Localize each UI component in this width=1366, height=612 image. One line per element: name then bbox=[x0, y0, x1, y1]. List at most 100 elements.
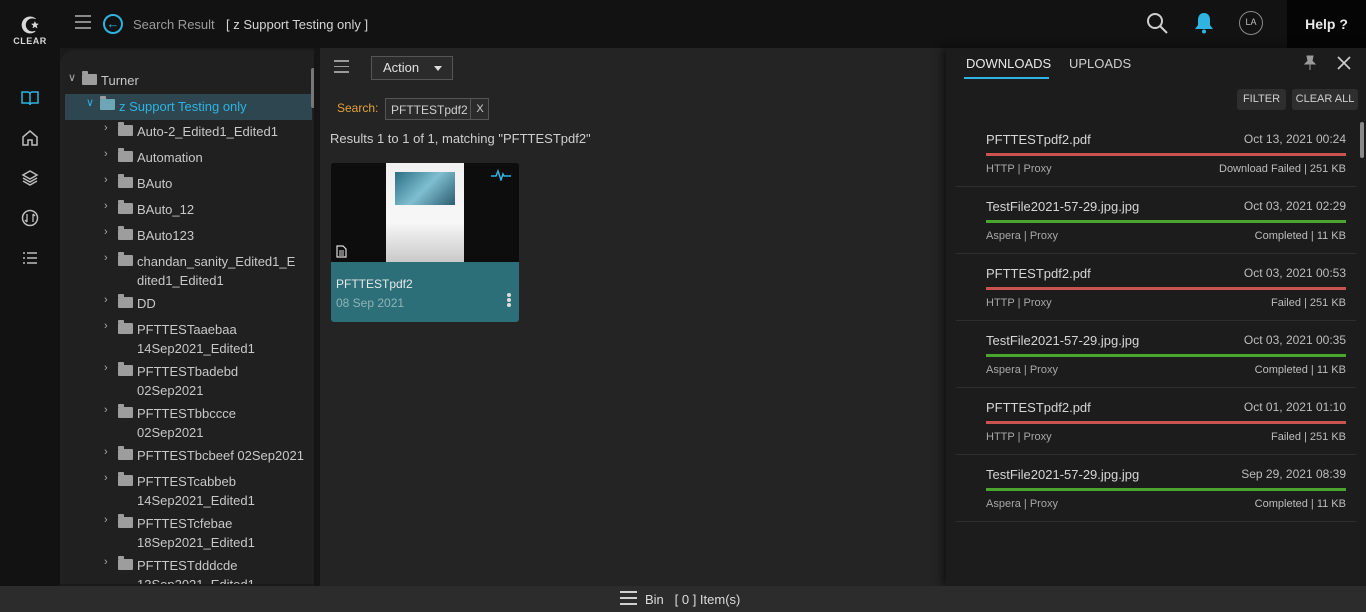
tree-label-line2: 18Sep2021_Edited1 bbox=[137, 535, 255, 550]
folder-icon bbox=[118, 362, 133, 376]
download-row[interactable]: PFTTESTpdf2.pdf Oct 13, 2021 00:24 HTTP | … bbox=[956, 121, 1356, 187]
download-row[interactable]: PFTTESTpdf2.pdf Oct 01, 2021 01:10 HTTP | … bbox=[956, 389, 1356, 455]
tree-label: DD bbox=[137, 296, 156, 311]
active-tab-indicator bbox=[964, 77, 1049, 79]
transfer-icon[interactable] bbox=[21, 209, 39, 227]
tab-downloads[interactable]: DOWNLOADS bbox=[966, 56, 1051, 71]
asset-card[interactable]: PFTTESTpdf2 08 Sep 2021 bbox=[331, 163, 519, 322]
panel-scrollbar[interactable] bbox=[1360, 122, 1364, 158]
chevron-right-icon[interactable]: › bbox=[104, 446, 108, 458]
bin-summary[interactable]: Bin [ 0 ] Item(s) bbox=[645, 592, 740, 607]
download-filename: TestFile2021-57-29.jpg.jpg bbox=[986, 199, 1140, 214]
clear-logo-icon: ☪ bbox=[20, 13, 40, 38]
tree-item[interactable]: › BAuto_12 bbox=[60, 198, 312, 222]
chevron-right-icon[interactable]: › bbox=[104, 294, 108, 306]
menu-icon[interactable] bbox=[334, 60, 349, 74]
tree-item[interactable]: › DD bbox=[60, 292, 312, 316]
chevron-right-icon[interactable]: › bbox=[104, 404, 108, 416]
chevron-right-icon[interactable]: › bbox=[104, 200, 108, 212]
tree-label: Automation bbox=[137, 150, 203, 165]
chevron-right-icon[interactable]: › bbox=[104, 252, 108, 264]
download-date: Oct 03, 2021 00:35 bbox=[1243, 333, 1346, 347]
tree-label-line2: dited1_Edited1 bbox=[137, 273, 224, 288]
bell-icon[interactable] bbox=[1194, 12, 1214, 34]
search-chip-text: PFTTESTpdf2 bbox=[391, 103, 468, 117]
home-icon[interactable] bbox=[21, 129, 39, 147]
thumbnail-logo bbox=[395, 172, 455, 205]
help-button[interactable]: Help ? bbox=[1287, 0, 1366, 48]
folder-icon bbox=[118, 148, 133, 162]
chevron-right-icon[interactable]: › bbox=[104, 174, 108, 186]
chevron-right-icon[interactable]: › bbox=[104, 320, 108, 332]
tree-label: PFTTESTcabbeb bbox=[137, 474, 236, 489]
chevron-right-icon[interactable]: › bbox=[104, 362, 108, 374]
avatar[interactable]: LA bbox=[1239, 11, 1263, 35]
download-row[interactable]: PFTTESTpdf2.pdf Oct 03, 2021 00:53 HTTP | … bbox=[956, 255, 1356, 321]
download-row[interactable]: TestFile2021-57-29.jpg.jpg Sep 29, 2021 0… bbox=[956, 456, 1356, 522]
download-row[interactable]: TestFile2021-57-29.jpg.jpg Oct 03, 2021 0… bbox=[956, 322, 1356, 388]
chevron-right-icon[interactable]: › bbox=[104, 226, 108, 238]
chevron-down-icon[interactable]: ∨ bbox=[86, 96, 94, 109]
pin-icon[interactable] bbox=[1304, 55, 1316, 71]
tree-item[interactable]: › Automation bbox=[60, 146, 312, 170]
download-progress-bar bbox=[986, 421, 1346, 424]
tree-item[interactable]: › PFTTESTaaebaa 14Sep2021_Edited1 bbox=[60, 318, 312, 362]
folder-icon bbox=[118, 320, 133, 334]
tree-label: BAuto bbox=[137, 176, 173, 191]
filter-button[interactable]: FILTER bbox=[1237, 89, 1286, 110]
tree-label: chandan_sanity_Edited1_E bbox=[137, 254, 296, 269]
tree-item[interactable]: › BAuto123 bbox=[60, 224, 312, 248]
activity-icon bbox=[491, 169, 511, 181]
menu-icon[interactable] bbox=[75, 15, 91, 29]
tree-item[interactable]: › chandan_sanity_Edited1_E dited1_Edited1 bbox=[60, 250, 312, 294]
asset-date: 08 Sep 2021 bbox=[336, 296, 405, 310]
chevron-down-icon[interactable]: ∨ bbox=[68, 71, 76, 84]
asset-thumbnail[interactable] bbox=[331, 163, 519, 262]
chevron-right-icon[interactable]: › bbox=[104, 472, 108, 484]
tree-item[interactable]: › BAuto bbox=[60, 172, 312, 196]
tree-label-line2: 02Sep2021 bbox=[137, 383, 204, 398]
list-icon[interactable] bbox=[21, 249, 39, 267]
tree-label-line2: 14Sep2021_Edited1 bbox=[137, 341, 255, 356]
download-status: Completed | 11 KB bbox=[1254, 498, 1346, 510]
tree-item[interactable]: › PFTTESTbadebd 02Sep2021 bbox=[60, 360, 312, 404]
folder-icon bbox=[118, 404, 133, 418]
tree-item[interactable]: › PFTTESTbbccce 02Sep2021 bbox=[60, 402, 312, 446]
download-protocol: HTTP | Proxy bbox=[986, 163, 1052, 175]
tree-item[interactable]: › PFTTESTbcbeef 02Sep2021 bbox=[60, 444, 312, 468]
tree-item[interactable]: › PFTTESTcfebae 18Sep2021_Edited1 bbox=[60, 512, 312, 556]
chevron-right-icon[interactable]: › bbox=[104, 556, 108, 568]
download-protocol: Aspera | Proxy bbox=[986, 230, 1058, 242]
download-progress-bar bbox=[986, 488, 1346, 491]
download-progress-bar bbox=[986, 354, 1346, 357]
tree-label: PFTTESTbadebd bbox=[137, 364, 239, 379]
chevron-right-icon[interactable]: › bbox=[104, 122, 108, 134]
folder-icon bbox=[118, 122, 133, 136]
tree-item[interactable]: › PFTTESTcabbeb 14Sep2021_Edited1 bbox=[60, 470, 312, 514]
asset-card-footer: PFTTESTpdf2 08 Sep 2021 bbox=[331, 262, 519, 322]
tree-item[interactable]: › Auto-2_Edited1_Edited1 bbox=[60, 120, 312, 144]
download-date: Oct 01, 2021 01:10 bbox=[1243, 400, 1346, 414]
bin-menu-icon[interactable] bbox=[620, 591, 637, 606]
action-label: Action bbox=[383, 60, 420, 75]
tree-item[interactable]: › PFTTESTdddcde 13Sep2021_Edited1 bbox=[60, 554, 312, 584]
close-icon[interactable] bbox=[1336, 55, 1352, 71]
action-dropdown[interactable]: Action bbox=[371, 56, 453, 80]
tree-label: PFTTESTbcbeef 02Sep2021 bbox=[137, 448, 304, 463]
library-icon[interactable] bbox=[21, 89, 39, 107]
tree-item-selected[interactable]: ∨ z Support Testing only bbox=[65, 94, 312, 120]
more-options-icon[interactable] bbox=[507, 293, 511, 307]
tree-label-line2: 02Sep2021 bbox=[137, 425, 204, 440]
download-status: Failed | 251 KB bbox=[1270, 431, 1346, 443]
tree-label: PFTTESTdddcde bbox=[137, 558, 238, 573]
tab-uploads[interactable]: UPLOADS bbox=[1069, 56, 1131, 71]
tree-item-turner[interactable]: ∨ Turner bbox=[60, 69, 312, 93]
chevron-right-icon[interactable]: › bbox=[104, 514, 108, 526]
download-row[interactable]: TestFile2021-57-29.jpg.jpg Oct 03, 2021 0… bbox=[956, 188, 1356, 254]
layers-icon[interactable] bbox=[21, 169, 39, 187]
search-icon[interactable] bbox=[1146, 12, 1168, 34]
clear-all-button[interactable]: CLEAR ALL bbox=[1292, 89, 1358, 110]
back-arrow-icon[interactable]: ← bbox=[103, 14, 123, 34]
clear-search-button[interactable]: X bbox=[470, 99, 489, 119]
chevron-right-icon[interactable]: › bbox=[104, 148, 108, 160]
